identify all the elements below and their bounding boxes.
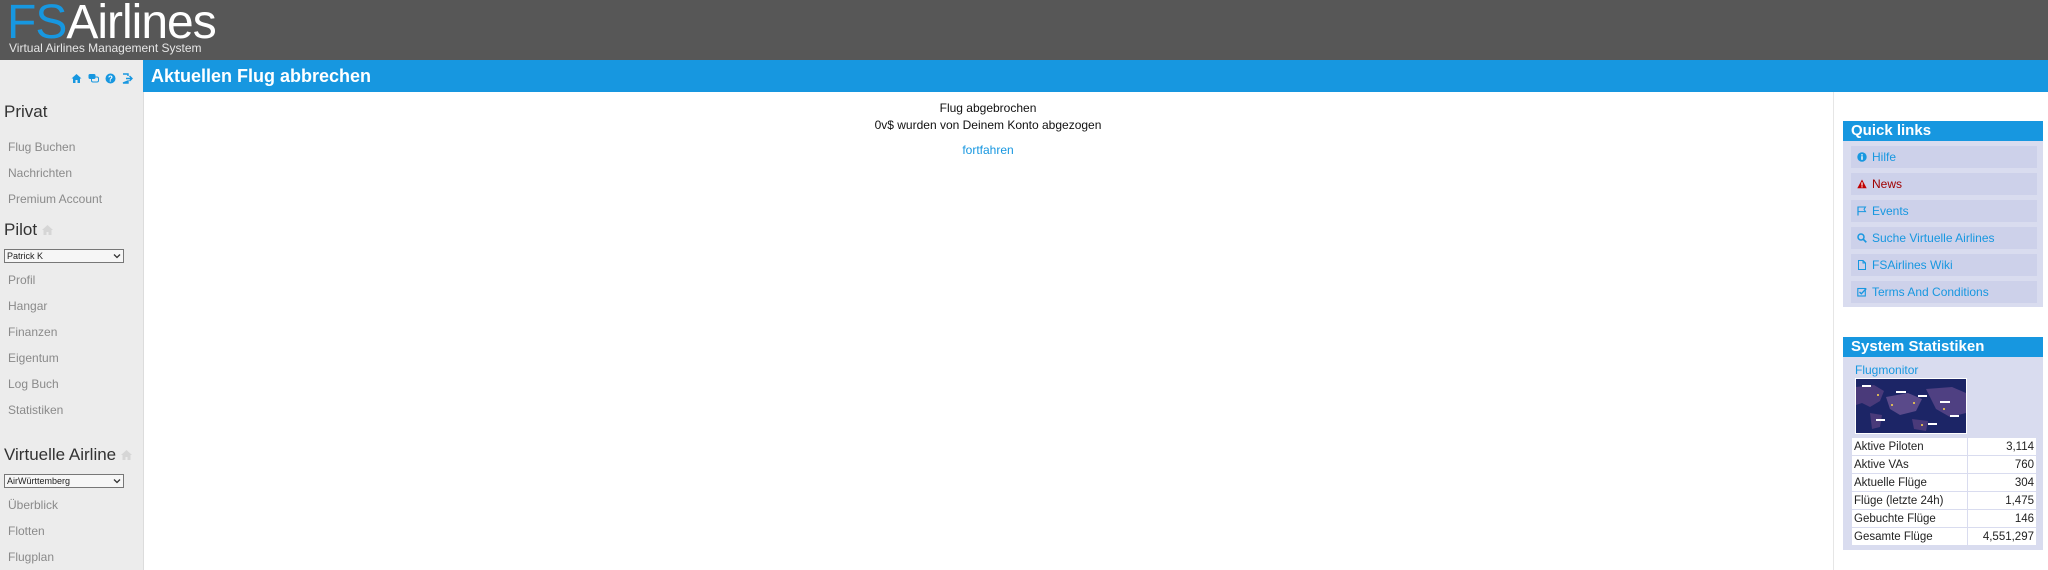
airline-select[interactable]: AirWürttemberg [4,474,124,488]
chevron-down-icon [113,254,121,259]
stat-label: Aktuelle Flüge [1850,473,1969,492]
sidebar-item-flugplan[interactable]: Flugplan [8,550,54,564]
stat-value: 146 [1967,509,2037,528]
main-message: Flug abgebrochen 0v$ wurden von Deinem K… [143,100,1833,157]
logout-icon[interactable] [122,71,133,84]
table-row: Aktive Piloten 3,114 [1850,437,2037,456]
continue-link[interactable]: fortfahren [962,143,1013,157]
stat-value: 760 [1967,455,2037,474]
sidebar-heading-privat: Privat [4,102,48,121]
sidebar-item-finanzen[interactable]: Finanzen [8,325,57,339]
site-tagline: Virtual Airlines Management System [9,41,202,55]
document-icon [1858,260,1866,270]
stat-label: Aktive VAs [1850,455,1969,474]
table-row: Gebuchte Flüge 146 [1850,509,2037,528]
flugmonitor-link[interactable]: Flugmonitor [1855,363,1918,377]
system-stats-panel: System Statistiken Flugmonitor Aktive Pi… [1843,337,2043,550]
quick-link-news[interactable]: News [1851,173,2037,195]
home-icon[interactable] [120,446,133,466]
chat-icon[interactable] [88,71,99,82]
home-icon[interactable] [41,221,54,241]
message-flight-cancelled: Flug abgebrochen [939,101,1037,115]
quick-links-heading: Quick links [1843,121,2043,141]
checkbox-icon [1857,287,1867,297]
quick-link-suche-virtuelle-airlines[interactable]: Suche Virtuelle Airlines [1851,227,2037,249]
info-icon [1857,152,1867,162]
sidebar-heading-pilot: Pilot [4,220,54,241]
system-stats-heading: System Statistiken [1843,337,2043,357]
sidebar-item-ueberblick[interactable]: Überblick [8,498,58,512]
sidebar-item-log-buch[interactable]: Log Buch [8,377,59,391]
quick-link-terms-and-conditions[interactable]: Terms And Conditions [1851,281,2037,303]
stat-label: Gebuchte Flüge [1850,509,1969,528]
table-row: Gesamte Flüge 4,551,297 [1850,527,2037,546]
flag-icon [1857,206,1867,216]
stat-label: Flüge (letzte 24h) [1850,491,1969,510]
warning-icon [1857,179,1867,189]
stat-value: 304 [1967,473,2037,492]
flight-monitor-map-thumbnail[interactable] [1855,378,1967,434]
sidebar-item-hangar[interactable]: Hangar [8,299,47,313]
quick-link-hilfe[interactable]: Hilfe [1851,146,2037,168]
quick-link-events[interactable]: Events [1851,200,2037,222]
home-icon[interactable] [71,71,82,83]
table-row: Aktive VAs 760 [1850,455,2037,474]
right-column: Quick links Hilfe News Events Suche Virt… [1833,92,2048,570]
sidebar-item-profil[interactable]: Profil [8,273,35,287]
stat-value: 3,114 [1967,437,2037,456]
sidebar-item-nachrichten[interactable]: Nachrichten [8,166,72,180]
system-stats-table: Aktive Piloten 3,114 Aktive VAs 760 Aktuel… [1850,437,2037,546]
sidebar-item-flotten[interactable]: Flotten [8,524,45,538]
message-account-deduction: 0v$ wurden von Deinem Konto abgezogen [874,118,1102,132]
chevron-down-icon [113,479,121,484]
stat-label: Aktive Piloten [1850,437,1969,456]
page-title: Aktuellen Flug abbrechen [151,66,372,86]
sidebar-item-premium-account[interactable]: Premium Account [8,192,102,206]
table-row: Aktuelle Flüge 304 [1850,473,2037,492]
quick-links-panel: Quick links Hilfe News Events Suche Virt… [1843,121,2043,307]
quick-link-fsairlines-wiki[interactable]: FSAirlines Wiki [1851,254,2037,276]
pilot-select[interactable]: Patrick K [4,249,124,263]
help-icon[interactable]: ? [105,71,116,83]
sidebar-item-flug-buchen[interactable]: Flug Buchen [8,140,75,154]
page-title-bar: Aktuellen Flug abbrechen [143,60,2048,92]
table-row: Flüge (letzte 24h) 1,475 [1850,491,2037,510]
stat-value: 1,475 [1967,491,2037,510]
stat-label: Gesamte Flüge [1850,527,1969,546]
sidebar-toolbar: ? [0,60,143,92]
stat-value: 4,551,297 [1967,527,2037,546]
sidebar-item-statistiken[interactable]: Statistiken [8,403,63,417]
sidebar-heading-virtuelle-airline: Virtuelle Airline [4,445,133,466]
sidebar-item-eigentum[interactable]: Eigentum [8,351,59,365]
site-header: FSAirlines Virtual Airlines Management S… [0,0,2048,60]
sidebar: ? Privat Flug Buchen Nachrichten Premium… [0,60,144,570]
search-icon [1857,233,1867,243]
svg-text:?: ? [108,74,113,83]
